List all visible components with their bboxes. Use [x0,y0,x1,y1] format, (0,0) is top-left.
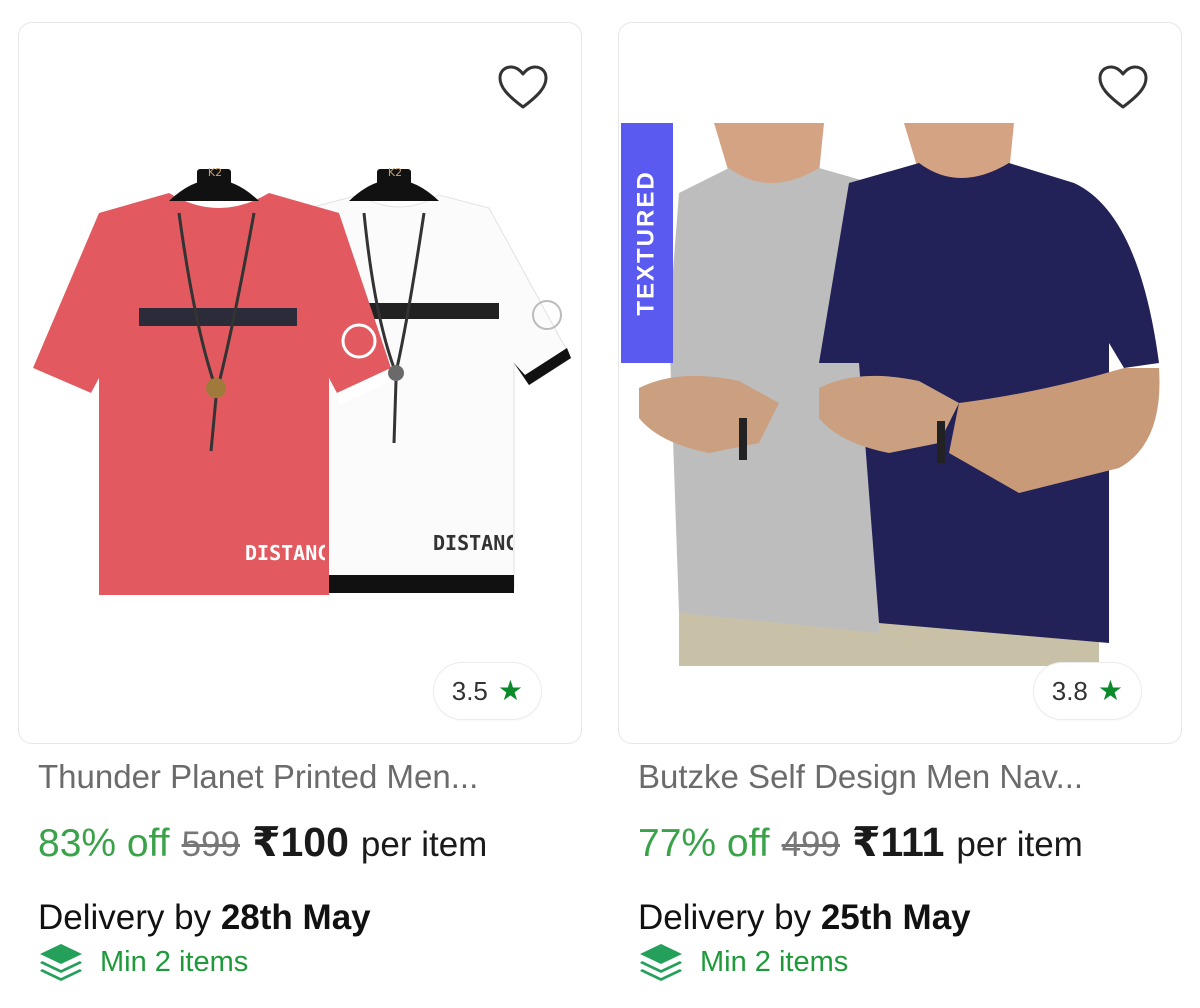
hanger-brand-label: K2 [387,166,403,179]
wishlist-button[interactable] [495,59,551,115]
price-row: 77% off 499 ₹111 per item [638,818,1083,866]
delivery-info: Delivery by 28th May [38,898,371,938]
price-unit: per item [360,825,488,864]
sale-price: ₹100 [251,819,349,865]
print-text: DISTANCE [245,541,325,565]
price-row: 83% off 599 ₹100 per item [38,818,487,866]
delivery-info: Delivery by 25th May [638,898,971,938]
product-title[interactable]: Thunder Planet Printed Men... [38,758,568,796]
rating-badge: 3.5 ★ [433,663,541,719]
product-image[interactable]: TEXTURED 3.8 ★ [618,22,1182,744]
delivery-label: Delivery by [638,898,812,937]
original-price: 599 [181,825,240,864]
rating-value: 3.8 [1051,675,1088,706]
sale-price: ₹111 [851,819,945,865]
star-icon: ★ [497,675,523,706]
print-text: DISTANCE [433,531,513,555]
rating-value: 3.5 [451,675,488,706]
product-title[interactable]: Butzke Self Design Men Nav... [638,758,1168,796]
min-order-info: Min 2 items [38,942,248,982]
discount-percent: 83% off [38,822,170,865]
star-icon: ★ [1097,675,1123,706]
heart-outline-icon [498,65,548,109]
product-card[interactable]: K2 K2 DISTANCE DISTANCE 3.5 ★ Thunder Pl… [18,0,582,1008]
product-image[interactable]: K2 K2 DISTANCE DISTANCE 3.5 ★ [18,22,582,744]
wishlist-button[interactable] [1095,59,1151,115]
delivery-date: 28th May [220,898,371,937]
delivery-label: Delivery by [38,898,212,937]
product-card[interactable]: TEXTURED 3.8 ★ Butzke Self Design Men Na… [618,0,1182,1008]
delivery-date: 25th May [820,898,971,937]
min-items-label: Min 2 items [700,945,849,978]
textured-badge: TEXTURED [621,123,673,363]
rating-badge: 3.8 ★ [1033,663,1141,719]
discount-percent: 77% off [638,822,770,865]
original-price: 499 [781,825,840,864]
price-unit: per item [956,825,1083,864]
min-order-info: Min 2 items [638,942,848,982]
layers-icon [640,944,682,981]
textured-badge-text: TEXTURED [633,170,660,316]
tshirt-pair-illustration [29,169,572,613]
model-tshirts-photo [621,123,1160,666]
hanger-brand-label: K2 [207,166,223,179]
min-items-label: Min 2 items [100,945,249,978]
heart-outline-icon [1098,65,1148,109]
layers-icon [40,944,82,981]
